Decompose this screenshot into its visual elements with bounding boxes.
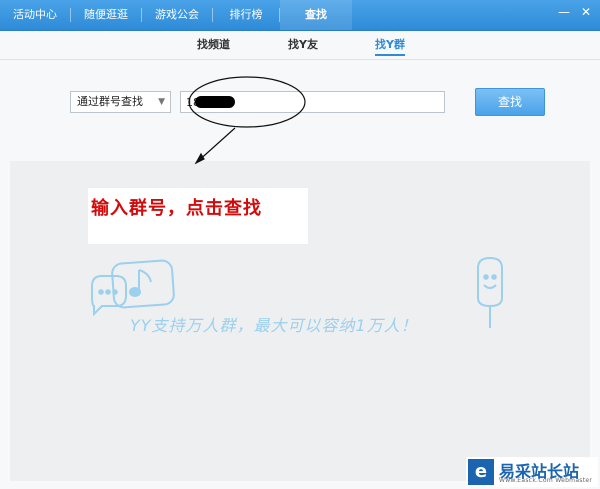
watermark-subtext: Www.Easck.Com Webmaster (499, 477, 593, 484)
watermark: e 易采站长站 Www.Easck.Com Webmaster (466, 457, 598, 487)
annotation-arrow (188, 76, 306, 165)
empty-state-illustration (91, 76, 503, 328)
chat-bubble-icon (91, 275, 127, 317)
annotation-note-text: 输入群号，点击查找 (91, 198, 262, 219)
smiley-icon (477, 256, 503, 328)
empty-state-slogan: YY支持万人群，最大可以容纳1万人！ (130, 316, 418, 335)
watermark-logo-icon: e (468, 459, 494, 485)
music-note-icon (111, 259, 175, 309)
